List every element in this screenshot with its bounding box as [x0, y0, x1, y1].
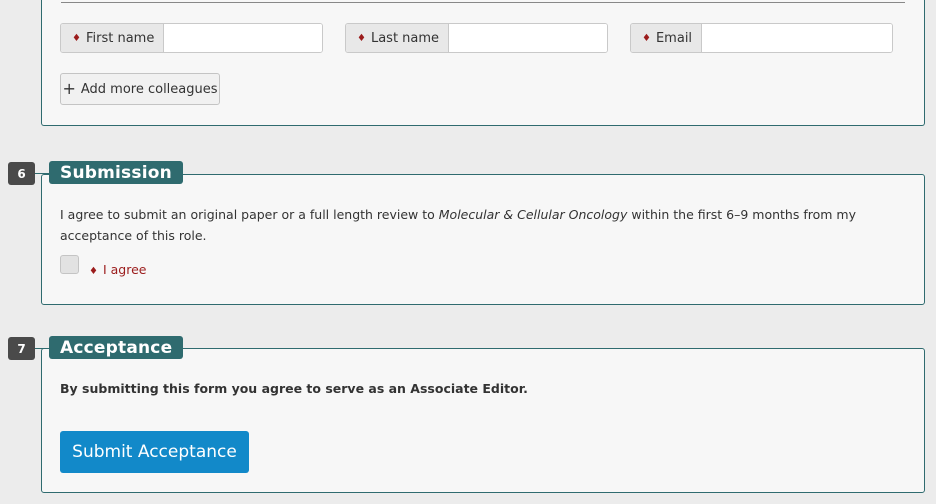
- submission-agreement-text: I agree to submit an original paper or a…: [60, 204, 890, 246]
- section-title-acceptance: Acceptance: [49, 336, 184, 359]
- submission-section: I agree to submit an original paper or a…: [41, 174, 925, 305]
- add-more-colleagues-button[interactable]: + Add more colleagues: [60, 73, 220, 105]
- first-name-input[interactable]: [164, 24, 322, 52]
- email-field: ♦ Email: [630, 23, 893, 53]
- section-number-badge: 7: [8, 337, 35, 360]
- first-name-label: First name: [85, 30, 155, 46]
- email-label: Email: [655, 30, 693, 46]
- plus-icon: +: [62, 79, 76, 98]
- agreement-text-start: I agree to submit an original paper or a…: [60, 207, 439, 222]
- last-name-input[interactable]: [449, 24, 607, 52]
- agree-label[interactable]: ♦ I agree: [89, 262, 146, 277]
- submit-acceptance-button[interactable]: Submit Acceptance: [60, 431, 249, 473]
- journal-name: Molecular & Cellular Oncology: [438, 207, 628, 222]
- required-marker-icon: ♦: [89, 266, 98, 277]
- colleagues-section: ♦ First name ♦ Last name ♦ Email + Add m…: [41, 0, 925, 126]
- email-addon: ♦ Email: [631, 24, 703, 52]
- add-more-colleagues-label: Add more colleagues: [80, 81, 218, 97]
- last-name-field: ♦ Last name: [345, 23, 608, 53]
- agree-label-text: I agree: [102, 262, 147, 277]
- divider: [61, 2, 905, 3]
- required-marker-icon: ♦: [357, 32, 366, 44]
- agree-checkbox[interactable]: [60, 255, 79, 274]
- last-name-addon: ♦ Last name: [346, 24, 450, 52]
- last-name-label: Last name: [370, 30, 440, 46]
- first-name-field: ♦ First name: [60, 23, 323, 53]
- required-marker-icon: ♦: [642, 32, 651, 44]
- section-title-submission: Submission: [49, 161, 183, 184]
- acceptance-section: By submitting this form you agree to ser…: [41, 348, 925, 493]
- acceptance-text: By submitting this form you agree to ser…: [60, 381, 528, 396]
- section-number-badge: 6: [8, 162, 35, 185]
- required-marker-icon: ♦: [72, 32, 81, 44]
- first-name-addon: ♦ First name: [61, 24, 165, 52]
- email-input[interactable]: [702, 24, 892, 52]
